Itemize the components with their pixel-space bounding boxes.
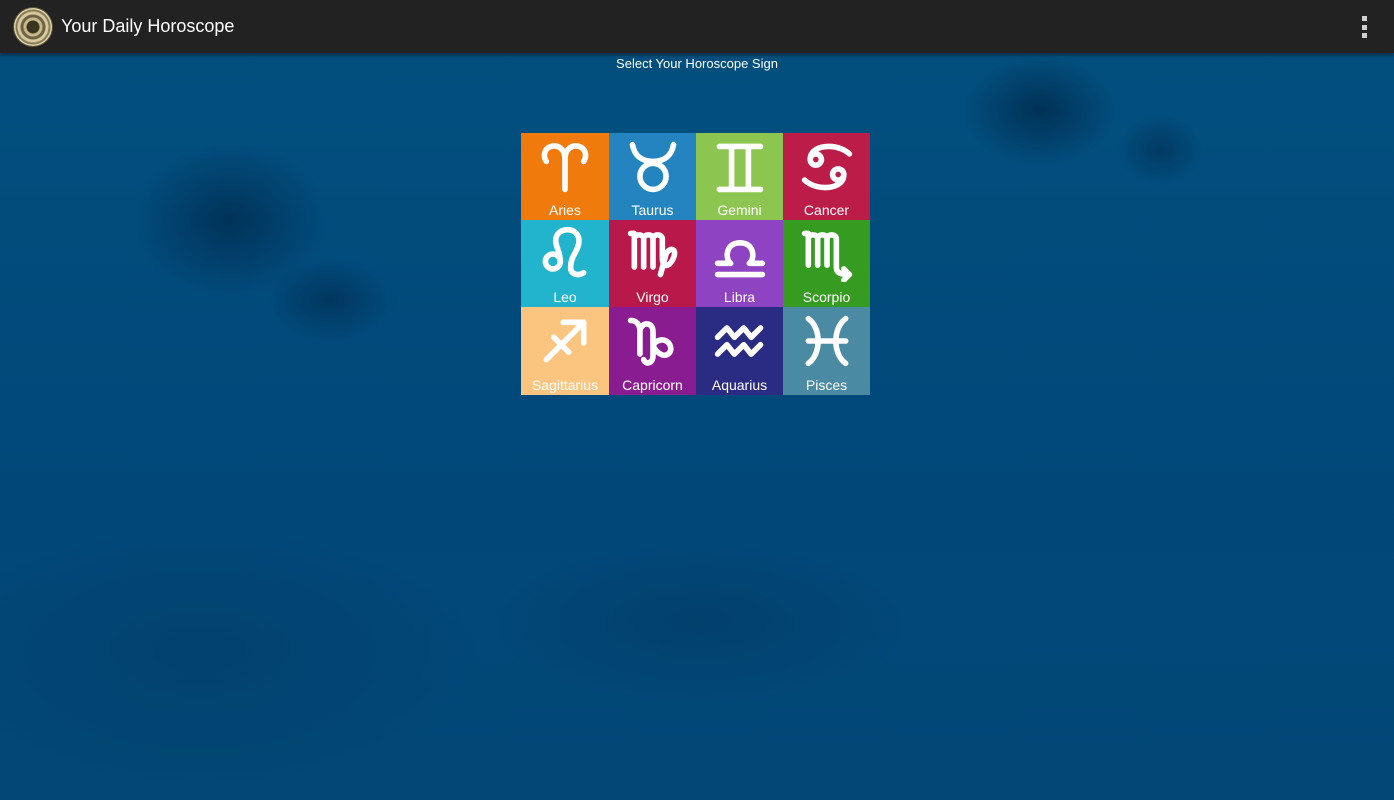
pisces-icon	[805, 315, 848, 367]
scorpio-icon	[801, 230, 852, 282]
virgo-icon	[627, 230, 677, 278]
sign-label: Scorpio	[802, 289, 851, 305]
aquarius-icon	[714, 325, 763, 357]
leo-icon	[542, 226, 587, 278]
sign-label: Capricorn	[622, 377, 683, 393]
sagittarius-icon	[543, 319, 587, 363]
sign-tile-pisces[interactable]: Pisces	[783, 307, 870, 395]
overflow-menu-icon[interactable]	[1360, 16, 1368, 38]
sign-tile-taurus[interactable]: Taurus	[609, 133, 696, 220]
sign-label: Leo	[553, 289, 577, 305]
overflow-dot	[1361, 16, 1367, 21]
overflow-dot	[1361, 24, 1367, 30]
sign-label: Virgo	[636, 289, 669, 305]
sign-grid: Aries Taurus Gemini Cancer Leo Virgo Lib…	[521, 133, 870, 395]
sign-tile-scorpio[interactable]: Scorpio	[783, 220, 870, 307]
zodiac-wheel-icon[interactable]	[14, 7, 52, 46]
sign-tile-sagittarius[interactable]: Sagittarius	[521, 307, 609, 395]
cancer-icon	[801, 143, 852, 191]
gemini-icon	[716, 143, 763, 193]
taurus-icon	[629, 141, 676, 193]
sign-label: Aries	[549, 202, 581, 218]
sign-tile-cancer[interactable]: Cancer	[783, 133, 870, 220]
overflow-dot	[1361, 33, 1367, 38]
sign-label: Cancer	[803, 202, 850, 218]
sign-label: Aquarius	[711, 377, 768, 393]
sign-tile-leo[interactable]: Leo	[521, 220, 609, 307]
sign-label: Libra	[723, 289, 756, 305]
aries-icon	[541, 143, 589, 193]
page-subtitle: Select Your Horoscope Sign	[616, 56, 778, 71]
sign-label: Taurus	[631, 202, 674, 218]
sign-label: Gemini	[717, 202, 762, 218]
background-texture	[0, 0, 1394, 800]
action-bar: Your Daily Horoscope	[0, 0, 1394, 53]
libra-icon	[714, 240, 765, 278]
sign-tile-aquarius[interactable]: Aquarius	[696, 307, 783, 395]
app-title: Your Daily Horoscope	[61, 16, 235, 36]
capricorn-icon	[627, 317, 674, 366]
sign-tile-gemini[interactable]: Gemini	[696, 133, 783, 220]
sign-label: Pisces	[805, 377, 848, 393]
sign-label: Sagittarius	[531, 377, 599, 393]
sign-tile-libra[interactable]: Libra	[696, 220, 783, 307]
sign-tile-virgo[interactable]: Virgo	[609, 220, 696, 307]
sign-tile-aries[interactable]: Aries	[521, 133, 609, 220]
sign-tile-capricorn[interactable]: Capricorn	[609, 307, 696, 395]
